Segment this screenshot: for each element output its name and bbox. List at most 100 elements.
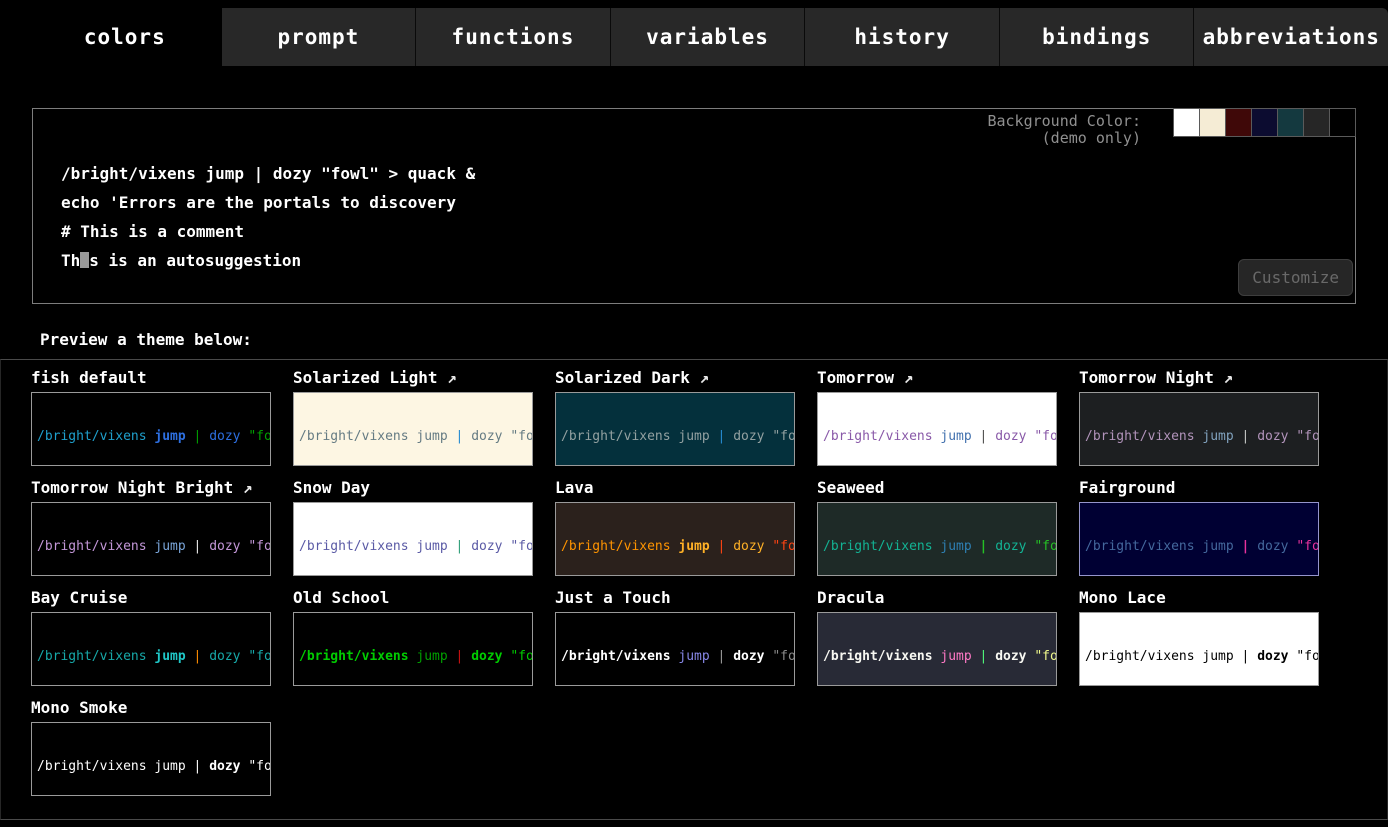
background-swatch-5[interactable]: [1303, 108, 1330, 137]
theme-title: Solarized Light ↗: [293, 368, 533, 389]
code-segment-jump: jump: [154, 429, 193, 444]
theme-title: Tomorrow Night ↗: [1079, 368, 1319, 389]
preview-line-command: /bright/vixens jump | dozy "fowl": [299, 539, 527, 556]
theme-preview-fairground[interactable]: /bright/vixens jump | dozy "fowl" echo '…: [1079, 502, 1319, 576]
theme-title: Fairground: [1079, 478, 1319, 499]
theme-name: Tomorrow Night Bright: [31, 478, 233, 497]
theme-preview-tomorrow[interactable]: /bright/vixens jump | dozy "fowl" echo '…: [817, 392, 1057, 466]
tab-history[interactable]: history: [804, 8, 999, 66]
background-color-label: Background Color:(demo only): [987, 113, 1141, 147]
theme-preview-mono-lace[interactable]: /bright/vixens jump | dozy "fowl" echo '…: [1079, 612, 1319, 686]
background-swatch-4[interactable]: [1277, 108, 1304, 137]
theme-preview-mono-smoke[interactable]: /bright/vixens jump | dozy "fowl" echo '…: [31, 722, 271, 796]
theme-title: Mono Smoke: [31, 698, 271, 719]
preview-line-command: /bright/vixens jump | dozy "fowl": [823, 649, 1051, 666]
code-segment-pipe: |: [194, 539, 210, 554]
external-link-icon[interactable]: ↗: [1214, 368, 1233, 387]
code-segment-path: /bright/vixens: [299, 539, 416, 554]
theme-title: fish default: [31, 368, 271, 389]
code-segment-path: /bright/vixens: [1085, 649, 1202, 664]
theme-preview-tomorrow-night-bright[interactable]: /bright/vixens jump | dozy "fowl" echo '…: [31, 502, 271, 576]
tab-colors[interactable]: colors: [28, 8, 222, 66]
theme-card: Tomorrow Night ↗ /bright/vixens jump | d…: [1079, 368, 1319, 466]
terminal-line-string: echo 'Errors are the portals to discover…: [61, 188, 1355, 217]
code-segment-jump: jump: [416, 649, 455, 664]
code-segment-quote: "fowl": [1034, 539, 1057, 554]
code-segment-pipe: |: [718, 649, 734, 664]
code-segment-jump: jump: [154, 759, 193, 774]
external-link-icon[interactable]: ↗: [438, 368, 457, 387]
theme-preview-lava[interactable]: /bright/vixens jump | dozy "fowl" echo '…: [555, 502, 795, 576]
preview-line-command: /bright/vixens jump | dozy "fowl": [1085, 539, 1313, 556]
theme-preview-solarized-dark[interactable]: /bright/vixens jump | dozy "fowl" echo '…: [555, 392, 795, 466]
preview-line-command: /bright/vixens jump | dozy "fowl": [1085, 649, 1313, 666]
code-segment-quote: "fowl": [1296, 429, 1319, 444]
code-segment-path: /bright/vixens: [1085, 429, 1202, 444]
theme-name: Fairground: [1079, 478, 1175, 497]
tab-abbreviations[interactable]: abbreviations: [1193, 8, 1388, 66]
preview-line-command: /bright/vixens jump | dozy "fowl": [37, 759, 265, 776]
code-segment-pipe: |: [980, 539, 996, 554]
code-segment-quote: "fowl": [248, 429, 271, 444]
theme-preview-fish-default[interactable]: /bright/vixens jump | dozy "fowl" echo '…: [31, 392, 271, 466]
preview-heading: Preview a theme below:: [40, 330, 1388, 349]
theme-card: Dracula /bright/vixens jump | dozy "fowl…: [817, 588, 1057, 686]
theme-preview-solarized-light[interactable]: /bright/vixens jump | dozy "fowl" echo '…: [293, 392, 533, 466]
preview-line-command: /bright/vixens jump | dozy "fowl": [37, 429, 265, 446]
background-swatch-6[interactable]: [1329, 108, 1356, 137]
theme-preview-dracula[interactable]: /bright/vixens jump | dozy "fowl" echo '…: [817, 612, 1057, 686]
preview-line-command: /bright/vixens jump | dozy "fowl": [299, 649, 527, 666]
external-link-icon[interactable]: ↗: [894, 368, 913, 387]
theme-preview-old-school[interactable]: /bright/vixens jump | dozy "fowl" echo '…: [293, 612, 533, 686]
background-swatch-3[interactable]: [1251, 108, 1278, 137]
code-segment-jump: jump: [416, 429, 455, 444]
code-segment-jump: jump: [416, 539, 455, 554]
code-segment-path: /bright/vixens: [299, 429, 416, 444]
theme-preview-seaweed[interactable]: /bright/vixens jump | dozy "fowl" echo '…: [817, 502, 1057, 576]
code-segment-jump: jump: [940, 539, 979, 554]
tab-bindings[interactable]: bindings: [999, 8, 1194, 66]
code-segment-quote: "fowl": [1296, 649, 1319, 664]
theme-card: Bay Cruise /bright/vixens jump | dozy "f…: [31, 588, 271, 686]
code-segment-path: /bright/vixens: [823, 649, 940, 664]
code-segment-path: /bright/vixens: [1085, 539, 1202, 554]
theme-card: Just a Touch /bright/vixens jump | dozy …: [555, 588, 795, 686]
tab-prompt[interactable]: prompt: [222, 8, 416, 66]
code-segment-path: /bright/vixens: [823, 429, 940, 444]
theme-name: Solarized Light: [293, 368, 438, 387]
code-segment-pipe: |: [1242, 649, 1258, 664]
external-link-icon[interactable]: ↗: [233, 478, 252, 497]
preview-line-command: /bright/vixens jump | dozy "fowl": [561, 539, 789, 556]
theme-title: Mono Lace: [1079, 588, 1319, 609]
code-segment-path: /bright/vixens: [37, 429, 154, 444]
theme-preview-snow-day[interactable]: /bright/vixens jump | dozy "fowl" echo '…: [293, 502, 533, 576]
theme-card: Solarized Light ↗ /bright/vixens jump | …: [293, 368, 533, 466]
code-segment-path: /bright/vixens: [561, 429, 678, 444]
code-segment-jump: jump: [154, 649, 193, 664]
background-swatch-0[interactable]: [1173, 108, 1200, 137]
code-segment-dozy: dozy: [1257, 429, 1296, 444]
theme-name: Seaweed: [817, 478, 884, 497]
code-segment-path: /bright/vixens: [561, 539, 678, 554]
background-swatch-2[interactable]: [1225, 108, 1252, 137]
code-segment-pipe: |: [718, 539, 734, 554]
theme-card: Lava /bright/vixens jump | dozy "fowl" e…: [555, 478, 795, 576]
theme-preview-just-a-touch[interactable]: /bright/vixens jump | dozy "fowl" echo '…: [555, 612, 795, 686]
external-link-icon[interactable]: ↗: [690, 368, 709, 387]
code-segment-dozy: dozy: [209, 539, 248, 554]
theme-card: Snow Day /bright/vixens jump | dozy "fow…: [293, 478, 533, 576]
code-segment-path: /bright/vixens: [823, 539, 940, 554]
preview-line-command: /bright/vixens jump | dozy "fowl": [561, 649, 789, 666]
theme-preview-bay-cruise[interactable]: /bright/vixens jump | dozy "fowl" echo '…: [31, 612, 271, 686]
code-segment-pipe: |: [194, 429, 210, 444]
code-segment-quote: "fowl": [772, 429, 795, 444]
preview-line-command: /bright/vixens jump | dozy "fowl": [823, 429, 1051, 446]
theme-preview-tomorrow-night[interactable]: /bright/vixens jump | dozy "fowl" echo '…: [1079, 392, 1319, 466]
tab-variables[interactable]: variables: [610, 8, 805, 66]
theme-name: Mono Lace: [1079, 588, 1166, 607]
code-segment-dozy: dozy: [995, 539, 1034, 554]
customize-button[interactable]: Customize: [1238, 259, 1353, 296]
tab-functions[interactable]: functions: [415, 8, 610, 66]
code-segment-quote: "fowl": [248, 649, 271, 664]
background-swatch-1[interactable]: [1199, 108, 1226, 137]
